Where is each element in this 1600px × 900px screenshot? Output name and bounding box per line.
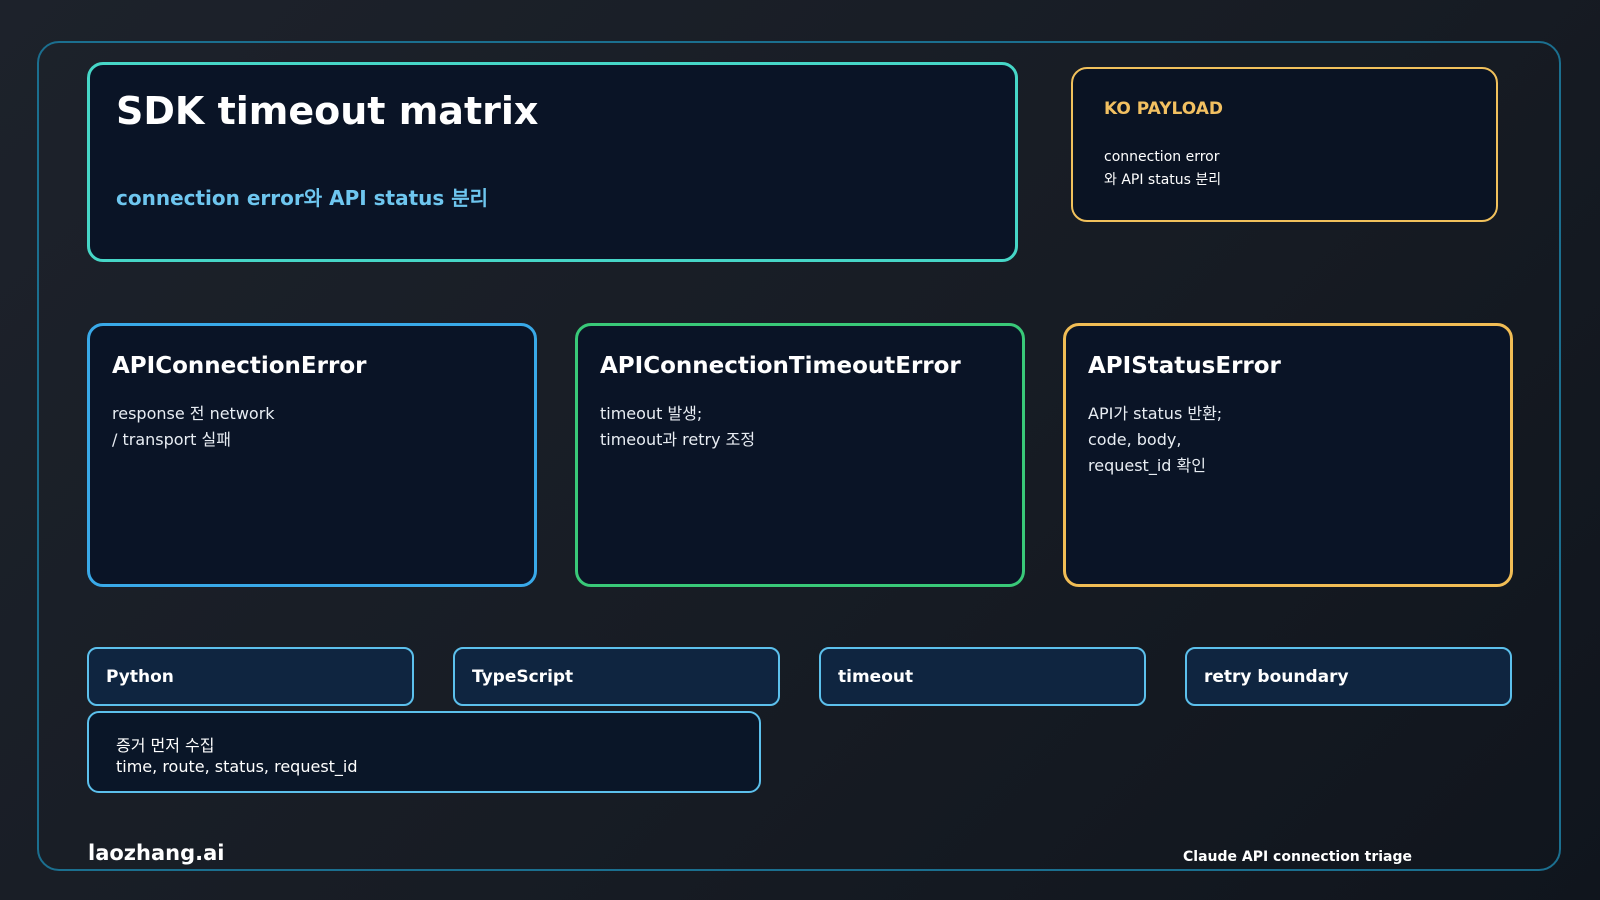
typescript-tag: TypeScript — [453, 647, 780, 706]
tag-label: Python — [106, 667, 174, 687]
page-subtitle: connection error와 API status 분리 — [116, 186, 489, 210]
error-title: APIStatusError — [1088, 353, 1281, 379]
page-title: SDK timeout matrix — [116, 89, 539, 133]
python-tag: Python — [87, 647, 414, 706]
error-title: APIConnectionError — [112, 353, 367, 379]
ko-payload-card: KO PAYLOAD connection error 와 API status… — [1071, 67, 1498, 222]
payload-label: KO PAYLOAD — [1104, 99, 1224, 119]
api-connection-timeout-error-card: APIConnectionTimeoutError timeout 발생; ti… — [575, 323, 1025, 587]
error-description: response 전 network / transport 실패 — [112, 404, 275, 449]
tag-label: timeout — [838, 667, 914, 687]
api-connection-error-card: APIConnectionError response 전 network / … — [87, 323, 537, 587]
evidence-title: 증거 먼저 수집 — [116, 736, 215, 755]
evidence-card: 증거 먼저 수집 time, route, status, request_id — [87, 711, 761, 793]
timeout-tag: timeout — [819, 647, 1146, 706]
retry-boundary-tag: retry boundary — [1185, 647, 1512, 706]
evidence-fields: time, route, status, request_id — [116, 757, 358, 776]
error-title: APIConnectionTimeoutError — [600, 353, 961, 379]
brand-logo-text: laozhang.ai — [88, 841, 225, 865]
title-card: SDK timeout matrix connection error와 API… — [87, 62, 1018, 262]
tag-label: retry boundary — [1204, 667, 1349, 687]
error-description: API가 status 반환; code, body, request_id 확… — [1088, 404, 1223, 475]
payload-text: connection error 와 API status 분리 — [1104, 149, 1222, 188]
error-description: timeout 발생; timeout과 retry 조정 — [600, 404, 756, 449]
api-status-error-card: APIStatusError API가 status 반환; code, bod… — [1063, 323, 1513, 587]
footer-caption: Claude API connection triage — [1183, 849, 1413, 865]
tag-label: TypeScript — [472, 667, 574, 687]
